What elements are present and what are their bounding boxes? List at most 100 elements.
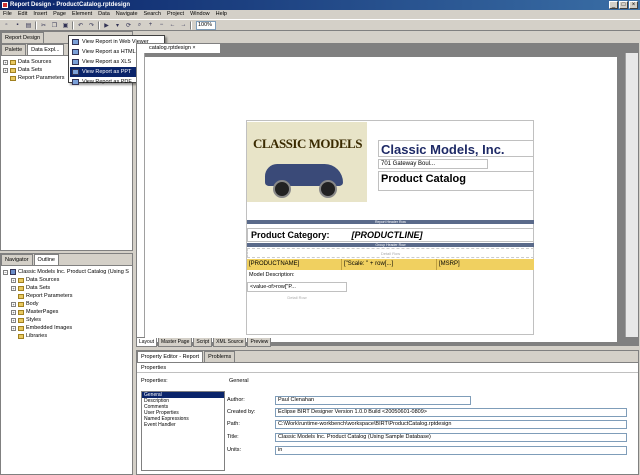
general-header: General xyxy=(229,378,249,384)
company-name[interactable]: Classic Models, Inc. xyxy=(381,142,505,157)
menu-search[interactable]: Search xyxy=(144,10,161,19)
company-address[interactable]: 701 Gateway Boul... xyxy=(381,161,435,167)
path-field[interactable]: C:\Work\runtime-workbench\workspace\BIRT… xyxy=(275,420,627,429)
expand-icon[interactable]: + xyxy=(3,67,8,73)
tab-script[interactable]: Script xyxy=(193,338,213,347)
tree-item-body[interactable]: + Body xyxy=(3,300,130,308)
expand-icon[interactable]: + xyxy=(11,317,16,323)
product-name-cell[interactable]: [PRODUCTNAME] xyxy=(247,259,342,270)
menu-navigate[interactable]: Navigate xyxy=(116,10,138,19)
refresh-icon[interactable]: ⟳ xyxy=(124,21,133,30)
list-item-event-handler[interactable]: Event Handler xyxy=(142,422,224,428)
pdf-icon xyxy=(72,79,79,85)
maximize-button[interactable]: □ xyxy=(619,1,628,9)
html-icon xyxy=(72,49,79,55)
tab-outline[interactable]: Outline xyxy=(33,254,59,265)
zoom-out-icon[interactable]: − xyxy=(157,21,166,30)
title-row: Title: Classic Models Inc. Product Catalo… xyxy=(227,432,627,442)
expand-icon[interactable]: + xyxy=(11,309,16,315)
window-controls: _ □ × xyxy=(609,1,638,9)
app-icon xyxy=(2,2,8,8)
redo-icon[interactable]: ↷ xyxy=(87,21,96,30)
tree-item-report-parameters[interactable]: Report Parameters xyxy=(3,292,130,300)
tree-item-embedded-images[interactable]: + Embedded Images xyxy=(3,324,130,332)
menu-help[interactable]: Help xyxy=(216,10,227,19)
dropdown-icon[interactable]: ▾ xyxy=(113,21,122,30)
expand-icon[interactable]: + xyxy=(11,285,16,291)
menu-page[interactable]: Page xyxy=(53,10,66,19)
tab-data-explorer[interactable]: Data Expl... xyxy=(27,44,64,55)
tab-layout[interactable]: Layout xyxy=(136,338,158,347)
folder-icon xyxy=(18,325,24,331)
tab-xml-source[interactable]: XML Source xyxy=(213,338,247,347)
folder-icon xyxy=(18,277,24,283)
vertical-scrollbar[interactable] xyxy=(625,53,638,337)
copy-icon[interactable]: ❐ xyxy=(50,21,59,30)
tree-item-root[interactable]: − Classic Models Inc. Product Catalog (Us… xyxy=(3,268,130,276)
tab-problems[interactable]: Problems xyxy=(204,351,236,362)
property-editor-pane: Property Editor - Report Problems Proper… xyxy=(136,350,639,475)
separator xyxy=(190,20,192,30)
detail-row[interactable]: [PRODUCTNAME] ["Scale: " + row[...] [MSR… xyxy=(247,259,534,270)
tab-palette[interactable]: Palette xyxy=(1,44,27,55)
back-icon[interactable]: ← xyxy=(168,21,177,30)
editor-tab[interactable]: catalog.rptdesign × xyxy=(136,43,221,53)
menu-insert[interactable]: Insert xyxy=(33,10,47,19)
separator xyxy=(72,20,74,30)
folder-icon xyxy=(18,317,24,323)
tab-preview[interactable]: Preview xyxy=(247,338,272,347)
zoom-select[interactable]: 100% xyxy=(196,20,216,30)
search-icon[interactable]: ⌕ xyxy=(135,21,144,30)
menu-element[interactable]: Element xyxy=(72,10,92,19)
tab-property-editor[interactable]: Property Editor - Report xyxy=(137,351,204,362)
tab-master-page[interactable]: Master Page xyxy=(158,338,193,347)
folder-icon xyxy=(18,309,24,315)
units-select[interactable]: in xyxy=(275,446,627,455)
minimize-button[interactable]: _ xyxy=(609,1,618,9)
expand-icon[interactable]: + xyxy=(3,59,8,65)
menu-edit[interactable]: Edit xyxy=(18,10,27,19)
author-field[interactable]: Paul Clenahan xyxy=(275,396,471,405)
undo-icon[interactable]: ↶ xyxy=(76,21,85,30)
expand-icon[interactable]: + xyxy=(11,301,16,307)
menu-window[interactable]: Window xyxy=(190,10,210,19)
scale-cell[interactable]: ["Scale: " + row[...] xyxy=(342,259,437,270)
tree-item-masterpages[interactable]: + MasterPages xyxy=(3,308,130,316)
tab-navigator[interactable]: Navigator xyxy=(1,254,33,265)
expand-icon[interactable]: + xyxy=(11,277,16,283)
catalog-title[interactable]: Product Catalog xyxy=(381,173,466,185)
outline-tabs: Navigator Outline xyxy=(1,254,132,266)
close-button[interactable]: × xyxy=(629,1,638,9)
expand-icon[interactable]: + xyxy=(11,325,16,331)
save-icon[interactable]: ▪ xyxy=(13,21,22,30)
title-field[interactable]: Classic Models Inc. Product Catalog (Usi… xyxy=(275,433,627,442)
value-of-cell[interactable]: <value-of>row["P... xyxy=(247,282,347,292)
units-row: Units: in xyxy=(227,445,627,455)
path-row: Path: C:\Work\runtime-workbench\workspace… xyxy=(227,419,627,429)
menu-project[interactable]: Project xyxy=(167,10,184,19)
new-icon[interactable]: ▫ xyxy=(2,21,11,30)
collapse-icon[interactable]: − xyxy=(3,269,8,275)
model-description-label[interactable]: Model Description: xyxy=(247,271,534,280)
msrp-cell[interactable]: [MSRP] xyxy=(437,259,534,270)
tab-report-design[interactable]: Report Design xyxy=(1,32,45,43)
tree-item-styles[interactable]: + Styles xyxy=(3,316,130,324)
logo-image[interactable]: CLASSIC MODELS xyxy=(247,122,367,202)
zoom-in-icon[interactable]: + xyxy=(146,21,155,30)
tree-item-data-sets[interactable]: + Data Sets xyxy=(3,284,130,292)
forward-icon[interactable]: → xyxy=(179,21,188,30)
tree-item-libraries[interactable]: Libraries xyxy=(3,332,130,340)
cut-icon[interactable]: ✂ xyxy=(39,21,48,30)
folder-icon xyxy=(10,59,16,65)
properties-subtab[interactable]: Properties xyxy=(137,363,638,373)
menu-data[interactable]: Data xyxy=(98,10,110,19)
outline-pane: Navigator Outline − Classic Models Inc. P… xyxy=(0,253,133,475)
tree-item-data-sources[interactable]: + Data Sources xyxy=(3,276,130,284)
print-icon[interactable]: ▤ xyxy=(24,21,33,30)
menu-file[interactable]: File xyxy=(3,10,12,19)
preview-icon[interactable]: ▶ xyxy=(102,21,111,30)
category-row[interactable]: Product Category: [PRODUCTLINE] xyxy=(247,228,534,242)
folder-icon xyxy=(18,293,24,299)
paste-icon[interactable]: ▣ xyxy=(61,21,70,30)
created-by-field[interactable]: Eclipse BIRT Designer Version 1.0.0 Buil… xyxy=(275,408,627,417)
